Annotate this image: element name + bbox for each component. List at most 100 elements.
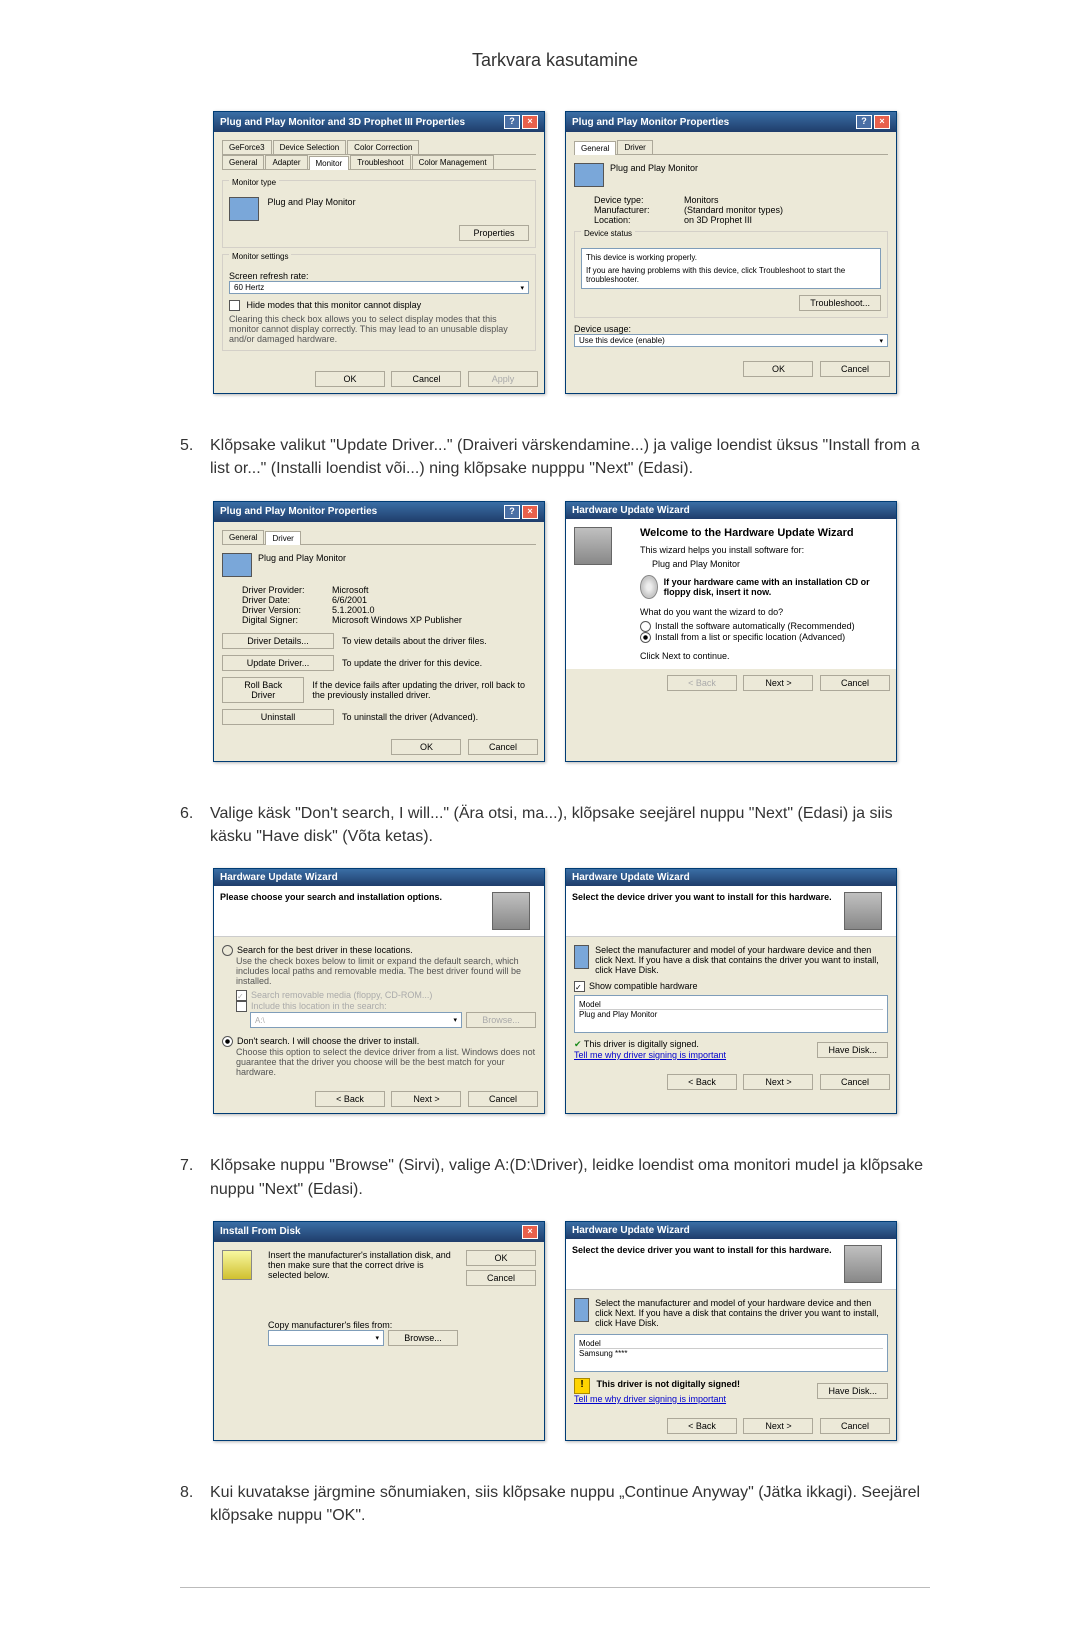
radio-search[interactable] bbox=[222, 945, 233, 956]
driver-details-button[interactable]: Driver Details... bbox=[222, 633, 334, 649]
radio-label: Search for the best driver in these loca… bbox=[237, 945, 413, 955]
ok-button[interactable]: OK bbox=[466, 1250, 536, 1266]
tab-device-selection[interactable]: Device Selection bbox=[273, 140, 347, 154]
wizard-headline: Please choose your search and installati… bbox=[220, 892, 442, 902]
refresh-rate-label: Screen refresh rate: bbox=[229, 271, 529, 281]
chk-label: Search removable media (floppy, CD-ROM..… bbox=[251, 990, 432, 1000]
help-icon[interactable]: ? bbox=[504, 115, 520, 129]
radio-dont-search[interactable] bbox=[222, 1036, 233, 1047]
tab-monitor[interactable]: Monitor bbox=[309, 156, 350, 170]
wizard-headline: Select the device driver you want to ins… bbox=[572, 892, 832, 902]
back-button[interactable]: < Back bbox=[315, 1091, 385, 1107]
monitor-icon bbox=[229, 197, 259, 221]
have-disk-button[interactable]: Have Disk... bbox=[817, 1042, 888, 1058]
row-label: Manufacturer: bbox=[594, 205, 684, 215]
cancel-button[interactable]: Cancel bbox=[820, 1418, 890, 1434]
display-properties-dialog: Plug and Play Monitor and 3D Prophet III… bbox=[213, 111, 545, 394]
hide-modes-label: Hide modes that this monitor cannot disp… bbox=[247, 300, 422, 310]
cancel-button[interactable]: Cancel bbox=[468, 1091, 538, 1107]
ok-button[interactable]: OK bbox=[743, 361, 813, 377]
not-signed-message: This driver is not digitally signed! bbox=[597, 1379, 741, 1389]
row-label: Driver Date: bbox=[242, 595, 332, 605]
rollback-driver-button[interactable]: Roll Back Driver bbox=[222, 677, 304, 703]
wizard-line: This wizard helps you install software f… bbox=[640, 545, 888, 555]
close-icon[interactable]: × bbox=[522, 115, 538, 129]
signed-message: This driver is digitally signed. bbox=[584, 1039, 699, 1049]
titlebar-text: Hardware Update Wizard bbox=[572, 1225, 690, 1236]
hardware-update-wizard-select-driver: Hardware Update Wizard Select the device… bbox=[565, 868, 897, 1115]
copy-path-select[interactable]: ▾ bbox=[268, 1330, 384, 1346]
wizard-instruction: Select the manufacturer and model of you… bbox=[595, 1298, 888, 1328]
cancel-button[interactable]: Cancel bbox=[391, 371, 461, 387]
tab-geforce3[interactable]: GeForce3 bbox=[222, 140, 272, 154]
monitor-type-value: Plug and Play Monitor bbox=[268, 197, 356, 207]
help-icon[interactable]: ? bbox=[504, 505, 520, 519]
cancel-button[interactable]: Cancel bbox=[820, 675, 890, 691]
model-row[interactable]: Samsung **** bbox=[579, 1349, 883, 1358]
back-button[interactable]: < Back bbox=[667, 1074, 737, 1090]
ok-button[interactable]: OK bbox=[391, 739, 461, 755]
wizard-instruction: Select the manufacturer and model of you… bbox=[595, 945, 888, 975]
step-text: Kui kuvatakse järgmine sõnumiaken, siis … bbox=[210, 1481, 930, 1527]
radio-auto[interactable] bbox=[640, 621, 651, 632]
tab-adapter[interactable]: Adapter bbox=[265, 155, 307, 169]
next-button[interactable]: Next > bbox=[743, 1418, 813, 1434]
step-number: 5. bbox=[180, 434, 210, 480]
tab-color-management[interactable]: Color Management bbox=[412, 155, 494, 169]
cancel-button[interactable]: Cancel bbox=[820, 1074, 890, 1090]
help-icon[interactable]: ? bbox=[856, 115, 872, 129]
close-icon[interactable]: × bbox=[522, 505, 538, 519]
cd-hint: If your hardware came with an installati… bbox=[664, 577, 888, 597]
update-driver-button[interactable]: Update Driver... bbox=[222, 655, 334, 671]
cancel-button[interactable]: Cancel bbox=[820, 361, 890, 377]
radio-label: Don't search. I will choose the driver t… bbox=[237, 1036, 419, 1046]
tab-driver[interactable]: Driver bbox=[617, 140, 652, 154]
titlebar-text: Install From Disk bbox=[220, 1226, 301, 1237]
chk-removable bbox=[236, 990, 247, 1001]
refresh-rate-select[interactable]: 60 Hertz▾ bbox=[229, 281, 529, 294]
wizard-cta: Click Next to continue. bbox=[640, 651, 888, 661]
row-label: Driver Version: bbox=[242, 605, 332, 615]
troubleshoot-button[interactable]: Troubleshoot... bbox=[799, 295, 881, 311]
properties-button[interactable]: Properties bbox=[459, 225, 529, 241]
hardware-icon bbox=[492, 892, 530, 930]
chk-show-compatible[interactable] bbox=[574, 981, 585, 992]
close-icon[interactable]: × bbox=[874, 115, 890, 129]
tab-general[interactable]: General bbox=[222, 155, 264, 169]
hardware-update-wizard-select-model: Hardware Update Wizard Select the device… bbox=[565, 1221, 897, 1441]
uninstall-button[interactable]: Uninstall bbox=[222, 709, 334, 725]
cancel-button[interactable]: Cancel bbox=[468, 739, 538, 755]
device-usage-select[interactable]: Use this device (enable)▾ bbox=[574, 334, 888, 347]
hide-modes-checkbox[interactable] bbox=[229, 300, 240, 311]
device-heading: Plug and Play Monitor bbox=[258, 553, 346, 577]
tab-general[interactable]: General bbox=[222, 530, 264, 544]
driver-signing-link[interactable]: Tell me why driver signing is important bbox=[574, 1050, 726, 1060]
cancel-button[interactable]: Cancel bbox=[466, 1270, 536, 1286]
chk-label: Show compatible hardware bbox=[589, 981, 698, 991]
button-description: To update the driver for this device. bbox=[342, 658, 482, 668]
row-label: Driver Provider: bbox=[242, 585, 332, 595]
monitor-icon bbox=[574, 1298, 589, 1322]
tab-general[interactable]: General bbox=[574, 141, 616, 155]
model-row[interactable]: Plug and Play Monitor bbox=[579, 1010, 883, 1019]
footer-divider bbox=[180, 1587, 930, 1588]
browse-button[interactable]: Browse... bbox=[388, 1330, 458, 1346]
tab-driver[interactable]: Driver bbox=[265, 531, 300, 545]
next-button[interactable]: Next > bbox=[743, 675, 813, 691]
hardware-icon bbox=[574, 527, 612, 565]
install-disk-instruction: Insert the manufacturer's installation d… bbox=[268, 1250, 458, 1280]
close-icon[interactable]: × bbox=[522, 1225, 538, 1239]
apply-button: Apply bbox=[468, 371, 538, 387]
step-text: Valige käsk "Don't search, I will..." (Ä… bbox=[210, 802, 930, 848]
radio-list[interactable] bbox=[640, 632, 651, 643]
next-button[interactable]: Next > bbox=[391, 1091, 461, 1107]
driver-signing-link[interactable]: Tell me why driver signing is important bbox=[574, 1394, 726, 1404]
ok-button[interactable]: OK bbox=[315, 371, 385, 387]
model-column-header: Model bbox=[579, 1000, 883, 1010]
have-disk-button[interactable]: Have Disk... bbox=[817, 1383, 888, 1399]
back-button[interactable]: < Back bbox=[667, 1418, 737, 1434]
warning-icon: ! bbox=[574, 1378, 590, 1394]
tab-troubleshoot[interactable]: Troubleshoot bbox=[350, 155, 410, 169]
tab-color-correction[interactable]: Color Correction bbox=[347, 140, 419, 154]
next-button[interactable]: Next > bbox=[743, 1074, 813, 1090]
